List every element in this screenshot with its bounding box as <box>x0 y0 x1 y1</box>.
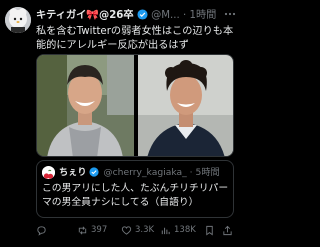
like-count: 3.3K <box>135 225 155 235</box>
like-button[interactable]: 3.3K <box>121 222 154 238</box>
quoted-display-name[interactable]: ちぇり <box>59 167 87 178</box>
retweet-count: 397 <box>91 225 108 235</box>
quoted-handle[interactable]: @cherry_kagiaka_ <box>103 167 186 178</box>
retweet-button[interactable]: 397 <box>77 222 107 238</box>
media-photo-right <box>138 55 233 156</box>
tweet[interactable]: キティガイ🎀@26卒 @M... · 1時間 私を含むTwitterの弱者女性は… <box>0 0 240 247</box>
tweet-header: キティガイ🎀@26卒 @M... · 1時間 <box>36 9 236 23</box>
header-separator: · <box>183 10 187 21</box>
quoted-timestamp[interactable]: 5時間 <box>196 167 220 178</box>
share-icon <box>222 225 233 236</box>
tweet-text: 私を含むTwitterの弱者女性はこの辺りも本能的にアレルギー反応が出るはず <box>36 26 234 51</box>
author-avatar[interactable] <box>5 7 31 33</box>
verified-icon <box>89 167 100 178</box>
bookmark-button[interactable] <box>204 222 215 238</box>
views-icon <box>160 225 171 236</box>
more-icon[interactable] <box>223 8 237 22</box>
tweet-media[interactable] <box>36 54 234 157</box>
verified-icon <box>137 9 148 20</box>
quoted-avatar[interactable] <box>42 166 55 179</box>
bookmark-icon <box>204 225 215 236</box>
quoted-header: ちぇり @cherry_kagiaka_ · 5時間 <box>59 166 231 179</box>
reply-icon <box>36 225 47 236</box>
reply-button[interactable] <box>36 222 50 238</box>
author-handle[interactable]: @M... <box>151 10 180 21</box>
retweet-icon <box>77 225 88 236</box>
action-bar: 397 3.3K 138K <box>36 222 236 238</box>
views-count: 138K <box>174 225 196 235</box>
quoted-separator: · <box>189 167 193 178</box>
views-button[interactable]: 138K <box>160 222 196 238</box>
media-photo-left <box>37 55 134 156</box>
author-display-name[interactable]: キティガイ🎀@26卒 <box>36 10 134 21</box>
tweet-timestamp[interactable]: 1時間 <box>190 10 217 21</box>
like-icon <box>121 225 132 236</box>
quoted-text: この男アリにした人、たぶんチリチリパーマの男全員ナシにしてる（自語り） <box>42 183 229 208</box>
share-button[interactable] <box>222 222 233 238</box>
quoted-tweet[interactable]: ちぇり @cherry_kagiaka_ · 5時間 この男アリにした人、たぶん… <box>36 160 234 218</box>
